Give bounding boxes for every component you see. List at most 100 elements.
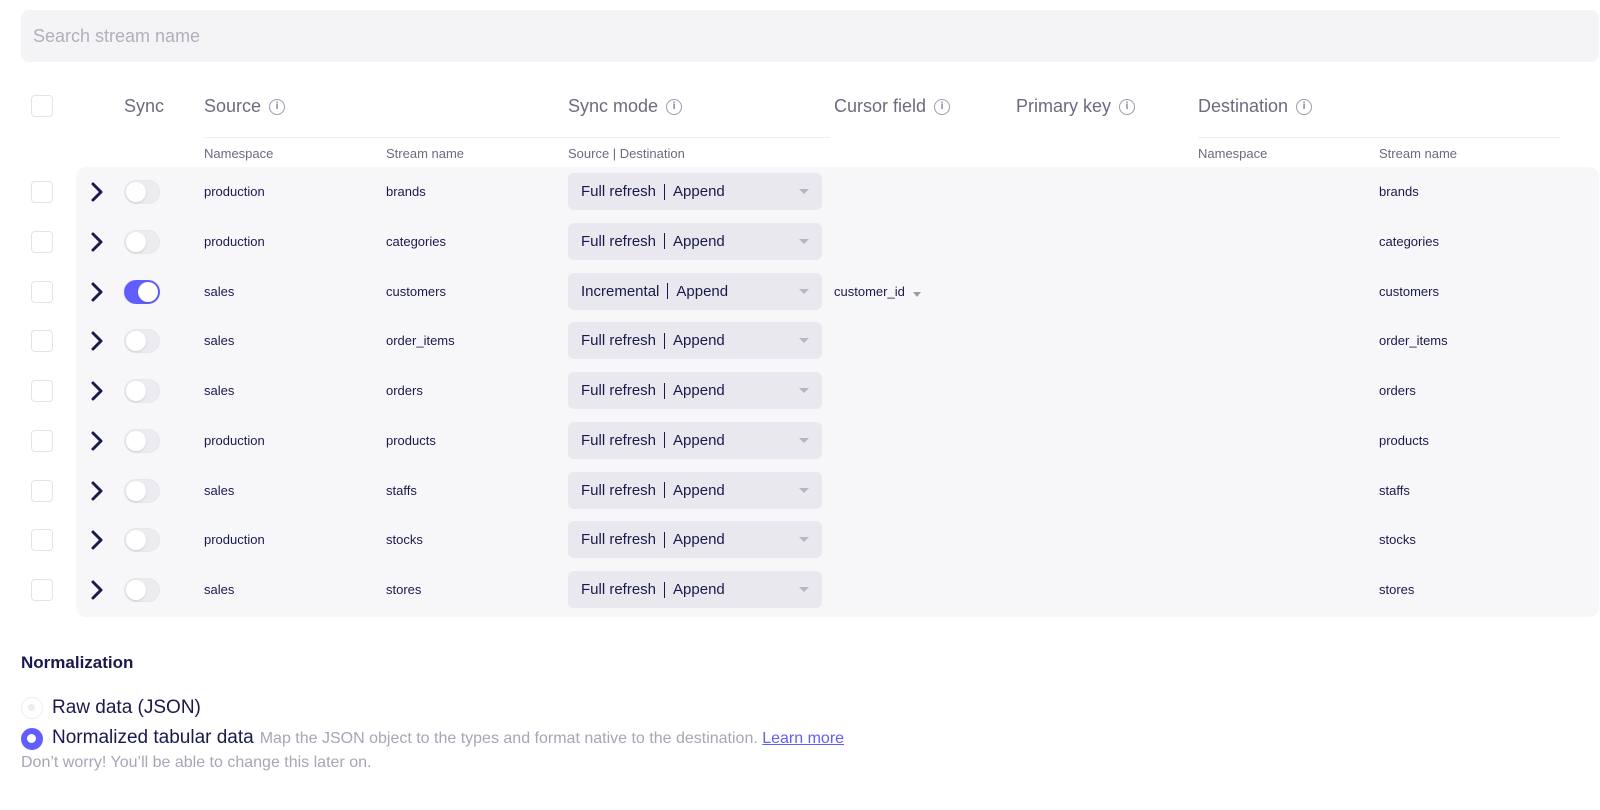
destination-sync-mode: Append: [673, 481, 725, 499]
destination-stream-name: stocks: [1379, 532, 1416, 548]
cursor-field-value: customer_id: [834, 283, 905, 299]
destination-stream-name: customers: [1379, 283, 1439, 299]
chevron-right-icon[interactable]: [88, 380, 106, 402]
row-checkbox[interactable]: [31, 380, 53, 402]
destination-sync-mode: Append: [673, 332, 725, 350]
table-row: production brands Full refresh Append bra…: [0, 167, 1600, 217]
chevron-right-icon[interactable]: [88, 181, 106, 203]
header-sync-mode: Sync mode i: [568, 96, 683, 117]
destination-stream-name: staffs: [1379, 482, 1410, 498]
sync-mode-dropdown[interactable]: Full refresh Append: [568, 322, 822, 360]
subheader-destination-namespace: Namespace: [1198, 146, 1268, 161]
mode-separator: [664, 233, 666, 250]
toggle-knob: [126, 231, 146, 252]
source-stream-name: staffs: [386, 482, 417, 498]
sync-mode-dropdown[interactable]: Full refresh Append: [568, 521, 822, 559]
sync-mode-dropdown[interactable]: Full refresh Append: [568, 421, 822, 459]
learn-more-link[interactable]: Learn more: [762, 730, 844, 747]
info-icon[interactable]: i: [269, 98, 286, 115]
sync-toggle[interactable]: [124, 279, 160, 304]
source-sync-mode: Incremental: [581, 282, 660, 300]
info-icon[interactable]: i: [1296, 98, 1313, 115]
info-icon[interactable]: i: [1119, 98, 1136, 115]
source-sync-mode: Full refresh: [581, 232, 657, 250]
chevron-right-icon[interactable]: [88, 430, 106, 452]
raw-data-label[interactable]: Raw data (JSON): [52, 697, 201, 719]
destination-sync-mode: Append: [673, 531, 725, 549]
destination-sync-mode: Append: [673, 382, 725, 399]
cursor-field-select[interactable]: customer_id: [834, 284, 921, 299]
sync-mode-dropdown[interactable]: Full refresh Append: [568, 222, 822, 260]
source-namespace: production: [204, 532, 265, 548]
mode-separator: [667, 283, 669, 299]
header-sync: Sync: [124, 96, 164, 117]
caret-down-icon: [799, 437, 809, 443]
source-namespace: production: [204, 233, 265, 249]
chevron-right-icon[interactable]: [88, 281, 106, 303]
sync-toggle[interactable]: [124, 578, 160, 602]
subheader-destination-stream: Stream name: [1379, 146, 1458, 161]
source-sync-mode: Full refresh: [581, 531, 657, 549]
chevron-right-icon[interactable]: [88, 231, 106, 253]
destination-sync-mode: Append: [673, 581, 725, 598]
source-stream-name: products: [386, 432, 436, 448]
sync-toggle[interactable]: [124, 379, 160, 403]
normalized-data-radio[interactable]: [21, 728, 43, 750]
row-checkbox[interactable]: [31, 280, 53, 303]
sync-mode-dropdown[interactable]: Incremental Append: [568, 272, 822, 310]
mode-separator: [664, 183, 666, 200]
sync-toggle[interactable]: [124, 229, 160, 254]
normalized-data-label[interactable]: Normalized tabular data Map the JSON obje…: [52, 727, 844, 749]
sync-mode-dropdown[interactable]: Full refresh Append: [568, 372, 822, 409]
table-row: production categories Full refresh Append…: [0, 217, 1600, 267]
row-checkbox[interactable]: [31, 479, 53, 502]
row-checkbox[interactable]: [31, 579, 53, 601]
table-row: sales orders Full refresh Append orders: [0, 366, 1600, 416]
caret-down-icon: [799, 587, 809, 592]
sync-mode-dropdown[interactable]: Full refresh Append: [568, 571, 822, 608]
header-divider: [204, 137, 830, 138]
sync-toggle[interactable]: [124, 428, 160, 453]
destination-stream-name: orders: [1379, 383, 1416, 398]
row-checkbox[interactable]: [31, 330, 53, 353]
source-stream-name: categories: [386, 233, 446, 249]
chevron-right-icon[interactable]: [88, 480, 106, 502]
source-stream-name: order_items: [386, 333, 455, 349]
chevron-right-icon[interactable]: [88, 330, 106, 352]
description-text: Map the JSON object to the types and for…: [259, 730, 758, 747]
source-sync-mode: Full refresh: [581, 332, 657, 350]
normalized-data-label-text: Normalized tabular data: [52, 727, 254, 748]
caret-down-icon: [799, 238, 809, 244]
destination-sync-mode: Append: [673, 183, 725, 200]
sync-toggle[interactable]: [124, 528, 160, 553]
caret-down-icon: [799, 288, 809, 294]
search-input[interactable]: [21, 10, 1599, 62]
info-icon[interactable]: i: [934, 98, 951, 115]
sync-toggle[interactable]: [124, 180, 160, 204]
source-namespace: production: [204, 432, 265, 448]
caret-down-icon: [799, 487, 809, 493]
select-all-checkbox[interactable]: [31, 95, 53, 117]
mode-separator: [664, 482, 666, 498]
header-destination-label: Destination: [1198, 96, 1289, 116]
header-primary-key-label: Primary key: [1016, 96, 1112, 116]
row-checkbox[interactable]: [31, 529, 53, 552]
sync-toggle[interactable]: [124, 329, 160, 354]
sync-mode-dropdown[interactable]: Full refresh Append: [568, 173, 822, 210]
row-checkbox[interactable]: [31, 429, 53, 452]
chevron-right-icon[interactable]: [88, 529, 106, 551]
chevron-right-icon[interactable]: [88, 579, 106, 601]
sync-mode-dropdown[interactable]: Full refresh Append: [568, 471, 822, 509]
table-row: production products Full refresh Append p…: [0, 416, 1600, 466]
row-checkbox[interactable]: [31, 181, 53, 203]
subheader-sync-mode: Source | Destination: [568, 146, 685, 161]
row-checkbox[interactable]: [31, 230, 53, 253]
toggle-knob: [126, 580, 146, 600]
raw-data-radio[interactable]: [21, 697, 43, 719]
mode-separator: [664, 332, 666, 349]
toggle-knob: [126, 430, 146, 451]
source-namespace: sales: [204, 383, 235, 398]
info-icon[interactable]: i: [666, 98, 683, 115]
destination-sync-mode: Append: [673, 431, 725, 449]
sync-toggle[interactable]: [124, 478, 160, 503]
